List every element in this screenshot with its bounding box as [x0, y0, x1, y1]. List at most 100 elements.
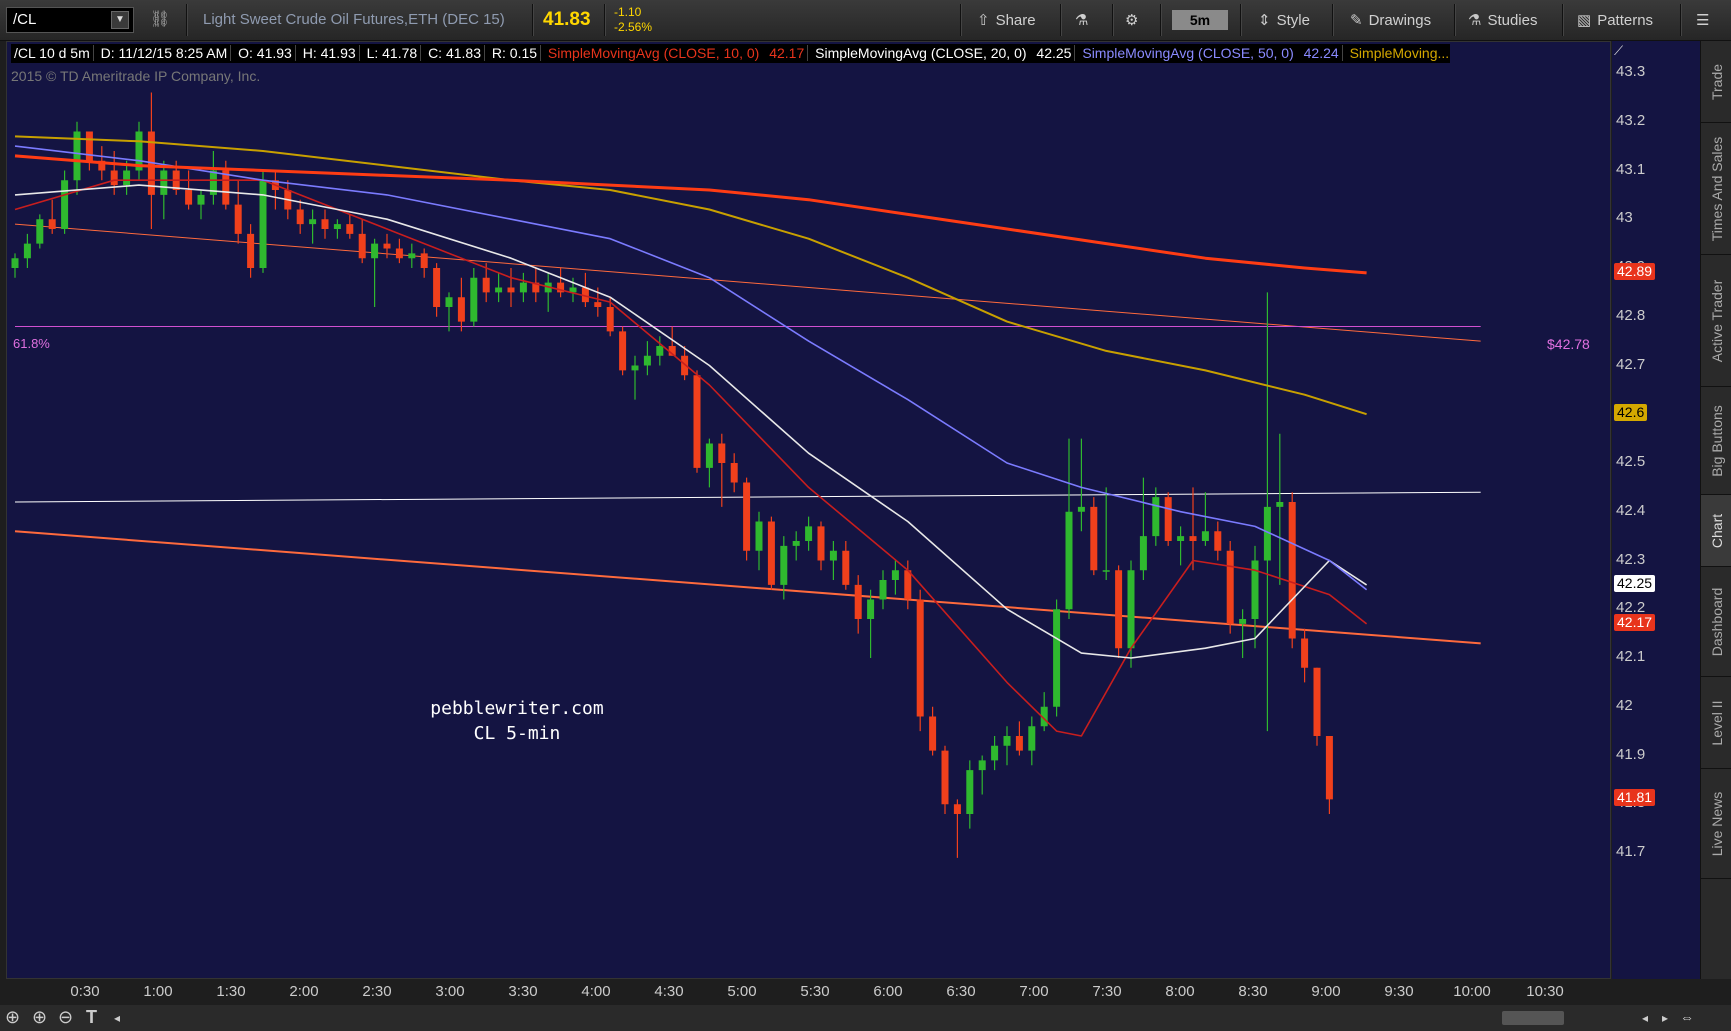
time-tick: 1:30 — [216, 983, 246, 1000]
header-high: H: 41.93 — [299, 45, 360, 61]
link-icon[interactable]: ⛓ — [150, 9, 172, 31]
text-tool-icon[interactable]: T — [86, 1007, 97, 1028]
tab-level-ii[interactable]: Level II — [1701, 677, 1731, 769]
candle-body — [631, 365, 639, 371]
candle-body — [470, 277, 478, 322]
tab-trade[interactable]: Trade — [1701, 41, 1731, 123]
candle-body — [1226, 550, 1234, 624]
price-tick: 42.4 — [1616, 501, 1646, 519]
price-axis[interactable]: ⟋ 43.343.243.14342.942.842.742.642.542.4… — [1612, 41, 1700, 979]
candle-body — [904, 570, 912, 600]
price-tick: 42.8 — [1616, 306, 1646, 324]
divider — [1562, 4, 1564, 36]
price-badge: 42.25 — [1614, 574, 1656, 592]
price-change: -1.10 -2.56% — [614, 5, 652, 35]
chart-canvas[interactable] — [7, 42, 1612, 980]
time-tick: 3:30 — [508, 983, 538, 1000]
style-button[interactable]: ⇕ Style — [1258, 11, 1310, 29]
price-tick: 43.3 — [1616, 63, 1646, 80]
sma50-label[interactable]: SimpleMovingAvg (CLOSE, 50, 0) — [1079, 45, 1296, 61]
candle-body — [321, 219, 329, 229]
candle-body — [755, 521, 763, 551]
horizontal-scrollbar[interactable] — [1502, 1011, 1564, 1025]
moving-average-line[interactable] — [14, 179, 1368, 737]
price-badge: 42.6 — [1614, 404, 1648, 422]
candle-body — [867, 599, 875, 619]
zoom-in-icon[interactable]: ⊕ — [32, 1007, 47, 1028]
change-percent: -2.56% — [614, 20, 653, 34]
flask-icon[interactable]: ⚗ — [1075, 11, 1088, 29]
axis-scale-icon[interactable]: ⟋ — [1614, 43, 1634, 59]
tab-chart[interactable]: Chart — [1701, 495, 1731, 567]
share-button[interactable]: ⇧ Share — [977, 11, 1036, 29]
candle-body — [929, 716, 937, 751]
candle-body — [1028, 726, 1036, 751]
candle-body — [197, 194, 205, 205]
candle-body — [693, 375, 701, 468]
candle-body — [309, 219, 317, 225]
moving-average-line[interactable] — [14, 135, 1367, 416]
tab-big-buttons[interactable]: Big Buttons — [1701, 387, 1731, 495]
sma10-label[interactable]: SimpleMovingAvg (CLOSE, 10, 0) — [545, 45, 762, 61]
timeframe-selector[interactable]: 5m — [1172, 10, 1228, 30]
scroll-left-icon[interactable]: ◂ — [114, 1011, 120, 1025]
divider — [604, 4, 606, 36]
header-close: C: 41.83 — [425, 45, 485, 61]
patterns-icon: ▧ — [1577, 12, 1592, 29]
time-tick: 2:00 — [289, 983, 319, 1000]
candle-body — [730, 463, 738, 483]
tab-label: Active Trader — [1708, 279, 1725, 362]
candle-body — [222, 170, 230, 205]
candle-body — [259, 180, 267, 268]
price-chart[interactable]: /CL 10 d 5m D: 11/12/15 8:25 AM O: 41.93… — [6, 41, 1611, 979]
moving-average-line[interactable] — [14, 145, 1368, 591]
crosshair-icon[interactable]: ⊕ — [5, 1007, 20, 1028]
candle-body — [891, 570, 899, 580]
divider — [186, 4, 188, 36]
candle-body — [395, 248, 403, 259]
candle-body — [718, 443, 726, 463]
scroll-right-icon[interactable]: ▸ — [1662, 1011, 1668, 1025]
candle-body — [966, 770, 974, 814]
candle-body — [743, 482, 751, 551]
patterns-button[interactable]: ▧ Patterns — [1577, 11, 1653, 29]
studies-button[interactable]: ⚗ Studies — [1468, 11, 1538, 29]
time-axis[interactable]: 0:30 1:00 1:30 2:00 2:30 3:00 3:30 4:00 4:30 5:00… — [6, 980, 1611, 1005]
trendline-1[interactable] — [14, 223, 1481, 342]
zoom-out-icon[interactable]: ⊖ — [58, 1007, 73, 1028]
price-tick: 42.3 — [1616, 550, 1646, 568]
candle-body — [1313, 667, 1321, 736]
sma-more-label[interactable]: SimpleMoving... — [1347, 45, 1450, 61]
price-tick: 42.5 — [1616, 453, 1646, 470]
candle-body — [1201, 531, 1209, 541]
divider — [1160, 4, 1162, 36]
tab-dashboard[interactable]: Dashboard — [1701, 567, 1731, 677]
menu-icon[interactable]: ☰ — [1696, 11, 1709, 29]
tab-active-trader[interactable]: Active Trader — [1701, 255, 1731, 387]
scroll-left-icon[interactable]: ◂ — [1642, 1011, 1648, 1025]
pencil-icon: ✎ — [1350, 12, 1363, 29]
moving-average-line[interactable] — [14, 184, 1368, 659]
tab-live-news[interactable]: Live News — [1701, 769, 1731, 879]
candle-body — [495, 287, 503, 293]
tab-times-and-sales[interactable]: Times And Sales — [1701, 123, 1731, 255]
patterns-label: Patterns — [1597, 12, 1654, 29]
gear-icon[interactable]: ⚙ — [1125, 11, 1138, 29]
symbol-input[interactable]: /CL ▼ — [6, 7, 134, 33]
drawings-button[interactable]: ✎ Drawings — [1350, 11, 1431, 29]
candle-body — [1276, 502, 1284, 507]
tab-label: Times And Sales — [1708, 136, 1725, 241]
style-label: Style — [1276, 12, 1310, 29]
studies-label: Studies — [1487, 12, 1538, 29]
candle-body — [296, 209, 304, 225]
symbol-description: Light Sweet Crude Oil Futures,ETH (DEC 1… — [203, 11, 505, 28]
expand-icon[interactable]: ⇔ — [1680, 1009, 1694, 1025]
symbol-dropdown-icon[interactable]: ▼ — [111, 11, 129, 29]
sma20-label[interactable]: SimpleMovingAvg (CLOSE, 20, 0) — [812, 45, 1029, 61]
divider — [1060, 4, 1062, 36]
candle-body — [780, 545, 788, 585]
right-tab-rail: Trade Times And Sales Active Trader Big But… — [1700, 41, 1731, 979]
candle-body — [817, 526, 825, 561]
tab-label: Level II — [1708, 699, 1725, 746]
candle-body — [160, 170, 168, 195]
